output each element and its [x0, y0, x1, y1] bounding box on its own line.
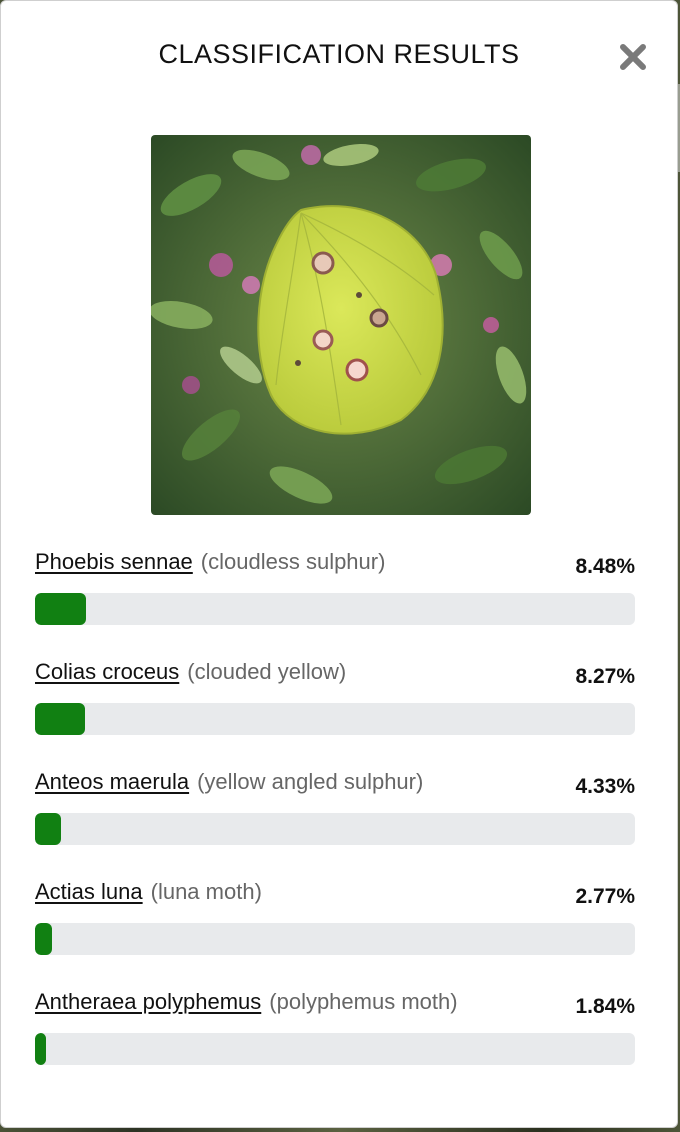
result-header: Actias luna (luna moth) 2.77%	[35, 879, 635, 915]
result-header: Anteos maerula (yellow angled sulphur) 4.…	[35, 769, 635, 805]
result-header: Colias croceus (clouded yellow) 8.27%	[35, 659, 635, 695]
confidence-bar-fill	[35, 593, 86, 625]
classified-image	[151, 135, 531, 515]
species-link[interactable]: Actias luna	[35, 879, 143, 904]
species-link[interactable]: Colias croceus	[35, 659, 179, 684]
confidence-bar	[35, 1033, 635, 1065]
confidence-bar-fill	[35, 923, 52, 955]
confidence-bar	[35, 923, 635, 955]
confidence-percent: 4.33%	[575, 775, 635, 798]
species-link[interactable]: Anteos maerula	[35, 769, 189, 794]
list-item: Colias croceus (clouded yellow) 8.27%	[35, 659, 635, 769]
confidence-percent: 8.27%	[575, 665, 635, 688]
list-item: Phoebis sennae (cloudless sulphur) 8.48%	[35, 549, 635, 659]
result-header: Phoebis sennae (cloudless sulphur) 8.48%	[35, 549, 635, 585]
classification-modal: CLASSIFICATION RESULTS Phoebis sennae (c…	[0, 0, 678, 1128]
confidence-percent: 2.77%	[575, 885, 635, 908]
result-header: Antheraea polyphemus (polyphemus moth) 1.…	[35, 989, 635, 1025]
confidence-percent: 1.84%	[575, 995, 635, 1018]
close-button[interactable]	[617, 41, 649, 73]
species-link[interactable]: Phoebis sennae	[35, 549, 193, 574]
common-name: (yellow angled sulphur)	[197, 769, 424, 794]
list-item: Antheraea polyphemus (polyphemus moth) 1.…	[35, 989, 635, 1099]
common-name: (luna moth)	[150, 879, 262, 904]
list-item: Anteos maerula (yellow angled sulphur) 4.…	[35, 769, 635, 879]
common-name: (clouded yellow)	[187, 659, 347, 684]
confidence-bar	[35, 813, 635, 845]
modal-title: CLASSIFICATION RESULTS	[158, 39, 520, 69]
confidence-bar-fill	[35, 813, 61, 845]
confidence-percent: 8.48%	[575, 555, 635, 578]
common-name: (polyphemus moth)	[269, 989, 458, 1014]
results-list: Phoebis sennae (cloudless sulphur) 8.48% …	[35, 549, 635, 1099]
confidence-bar	[35, 703, 635, 735]
common-name: (cloudless sulphur)	[200, 549, 386, 574]
list-item: Actias luna (luna moth) 2.77%	[35, 879, 635, 989]
butterfly-photo-icon	[151, 135, 531, 515]
confidence-bar	[35, 593, 635, 625]
confidence-bar-fill	[35, 703, 85, 735]
species-link[interactable]: Antheraea polyphemus	[35, 989, 261, 1014]
confidence-bar-fill	[35, 1033, 47, 1065]
close-x-icon	[620, 44, 646, 70]
